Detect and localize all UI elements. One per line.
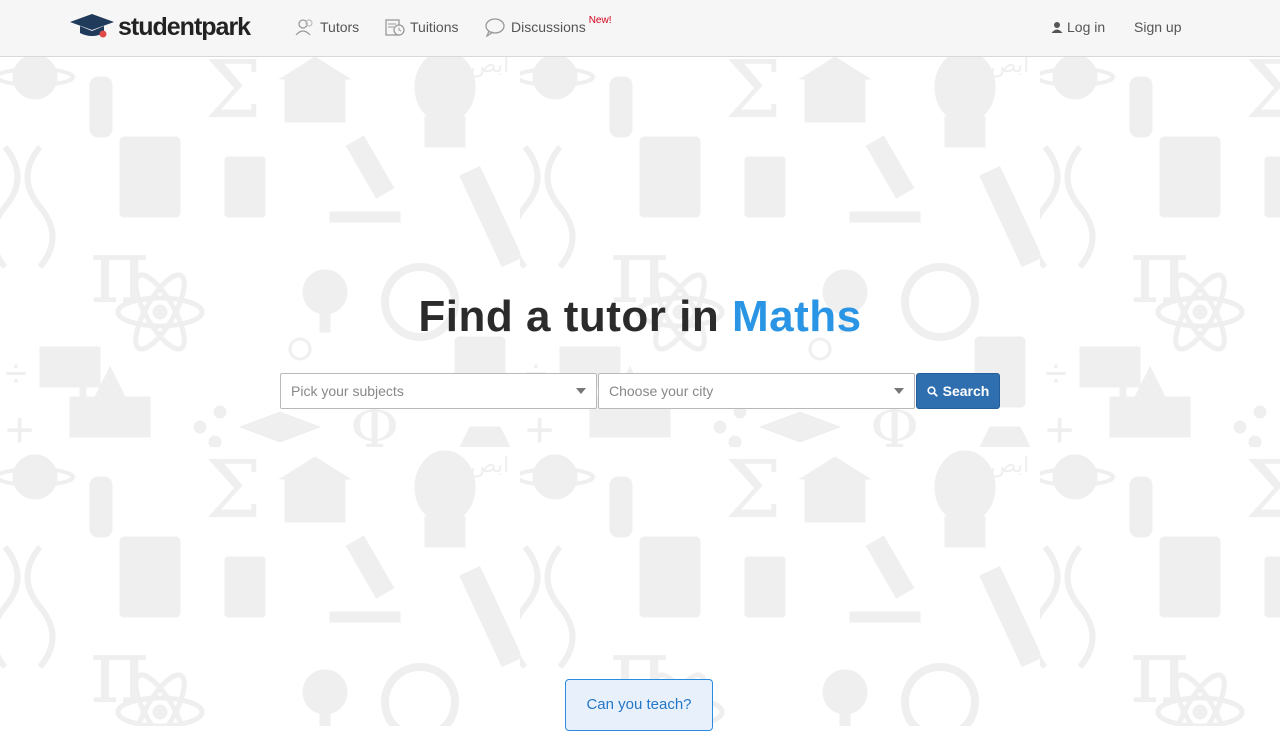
nav-tuitions[interactable]: Tuitions [385, 14, 459, 40]
can-you-teach-button[interactable]: Can you teach? [565, 679, 713, 731]
city-placeholder: Choose your city [609, 383, 714, 399]
discussions-icon [485, 18, 505, 37]
search-bar: Pick your subjects Choose your city Sear… [280, 373, 1000, 409]
hero-title-prefix: Find a tutor in [418, 292, 720, 341]
user-icon [1051, 22, 1063, 33]
graduation-cap-icon [70, 14, 114, 38]
nav-tuitions-label: Tuitions [410, 19, 459, 35]
nav-discussions[interactable]: Discussions New! [484, 14, 612, 40]
city-select[interactable]: Choose your city [598, 373, 915, 409]
hero-title: Find a tutor in Maths [0, 292, 1280, 342]
subjects-placeholder: Pick your subjects [291, 383, 404, 399]
search-button-label: Search [942, 383, 990, 399]
nav-tutors-label: Tutors [320, 19, 360, 35]
top-navbar: studentpark Tutors Tuitions Discussions … [0, 0, 1280, 57]
chevron-down-icon [894, 388, 904, 394]
search-button[interactable]: Search [916, 373, 1000, 409]
hero-title-subject: Maths [731, 292, 862, 341]
login-label: Log in [1067, 19, 1106, 35]
new-badge: New! [588, 14, 612, 26]
brand-logo[interactable]: studentpark [70, 12, 251, 42]
login-link[interactable]: Log in [1051, 14, 1105, 40]
nav-discussions-label: Discussions [511, 19, 586, 35]
subjects-select[interactable]: Pick your subjects [280, 373, 597, 409]
nav-tutors[interactable]: Tutors [295, 14, 359, 40]
tutors-icon [295, 19, 313, 36]
chevron-down-icon [576, 388, 586, 394]
signup-link[interactable]: Sign up [1134, 14, 1181, 40]
tuitions-icon [385, 19, 405, 36]
signup-label: Sign up [1134, 19, 1182, 35]
can-you-teach-label: Can you teach? [586, 696, 692, 713]
brand-name: studentpark [118, 12, 251, 41]
search-icon [927, 385, 938, 397]
